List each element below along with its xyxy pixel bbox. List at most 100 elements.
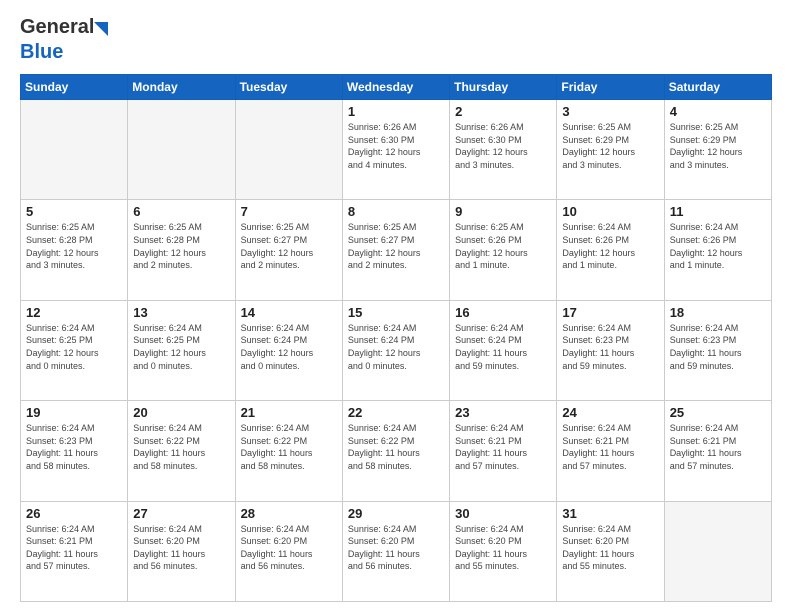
day-info: Sunrise: 6:24 AM Sunset: 6:22 PM Dayligh… xyxy=(348,422,444,472)
weekday-header-tuesday: Tuesday xyxy=(235,75,342,100)
calendar-cell: 3 Sunrise: 6:25 AM Sunset: 6:29 PM Daylig… xyxy=(557,100,664,200)
day-info: Sunrise: 6:24 AM Sunset: 6:21 PM Dayligh… xyxy=(455,422,551,472)
day-number: 16 xyxy=(455,305,551,320)
logo-triangle-icon xyxy=(94,18,110,38)
weekday-header-wednesday: Wednesday xyxy=(342,75,449,100)
day-info: Sunrise: 6:24 AM Sunset: 6:25 PM Dayligh… xyxy=(26,322,122,372)
calendar-cell: 18 Sunrise: 6:24 AM Sunset: 6:23 PM Dayli… xyxy=(664,300,771,400)
calendar-cell xyxy=(664,501,771,601)
calendar-cell: 6 Sunrise: 6:25 AM Sunset: 6:28 PM Daylig… xyxy=(128,200,235,300)
day-number: 23 xyxy=(455,405,551,420)
day-number: 8 xyxy=(348,204,444,219)
calendar-cell: 1 Sunrise: 6:26 AM Sunset: 6:30 PM Daylig… xyxy=(342,100,449,200)
day-number: 19 xyxy=(26,405,122,420)
day-number: 24 xyxy=(562,405,658,420)
day-number: 22 xyxy=(348,405,444,420)
calendar-cell: 14 Sunrise: 6:24 AM Sunset: 6:24 PM Dayli… xyxy=(235,300,342,400)
calendar-cell: 26 Sunrise: 6:24 AM Sunset: 6:21 PM Dayli… xyxy=(21,501,128,601)
day-number: 18 xyxy=(670,305,766,320)
day-number: 11 xyxy=(670,204,766,219)
weekday-header-saturday: Saturday xyxy=(664,75,771,100)
day-number: 31 xyxy=(562,506,658,521)
day-number: 15 xyxy=(348,305,444,320)
logo-general-text: General xyxy=(20,16,94,39)
header: GeneralBlue xyxy=(20,16,772,64)
day-number: 17 xyxy=(562,305,658,320)
day-number: 12 xyxy=(26,305,122,320)
day-info: Sunrise: 6:24 AM Sunset: 6:20 PM Dayligh… xyxy=(133,523,229,573)
day-info: Sunrise: 6:24 AM Sunset: 6:21 PM Dayligh… xyxy=(26,523,122,573)
calendar-cell: 13Sunrise: 6:24 AM Sunset: 6:25 PM Dayli… xyxy=(128,300,235,400)
calendar-cell: 16 Sunrise: 6:24 AM Sunset: 6:24 PM Dayli… xyxy=(450,300,557,400)
day-number: 6 xyxy=(133,204,229,219)
day-number: 5 xyxy=(26,204,122,219)
calendar-cell: 7Sunrise: 6:25 AM Sunset: 6:27 PM Daylig… xyxy=(235,200,342,300)
weekday-header-thursday: Thursday xyxy=(450,75,557,100)
calendar-cell: 27 Sunrise: 6:24 AM Sunset: 6:20 PM Dayli… xyxy=(128,501,235,601)
calendar-cell: 8 Sunrise: 6:25 AM Sunset: 6:27 PM Daylig… xyxy=(342,200,449,300)
calendar-cell: 19Sunrise: 6:24 AM Sunset: 6:23 PM Dayli… xyxy=(21,401,128,501)
day-info: Sunrise: 6:24 AM Sunset: 6:21 PM Dayligh… xyxy=(670,422,766,472)
day-info: Sunrise: 6:24 AM Sunset: 6:23 PM Dayligh… xyxy=(670,322,766,372)
weekday-header-friday: Friday xyxy=(557,75,664,100)
day-number: 20 xyxy=(133,405,229,420)
calendar-cell: 25 Sunrise: 6:24 AM Sunset: 6:21 PM Dayli… xyxy=(664,401,771,501)
day-number: 3 xyxy=(562,104,658,119)
day-info: Sunrise: 6:24 AM Sunset: 6:22 PM Dayligh… xyxy=(241,422,337,472)
day-number: 27 xyxy=(133,506,229,521)
day-info: Sunrise: 6:24 AM Sunset: 6:24 PM Dayligh… xyxy=(348,322,444,372)
day-info: Sunrise: 6:25 AM Sunset: 6:27 PM Dayligh… xyxy=(241,221,337,271)
day-number: 2 xyxy=(455,104,551,119)
calendar-cell: 29Sunrise: 6:24 AM Sunset: 6:20 PM Dayli… xyxy=(342,501,449,601)
day-number: 4 xyxy=(670,104,766,119)
day-info: Sunrise: 6:25 AM Sunset: 6:29 PM Dayligh… xyxy=(670,121,766,171)
calendar-cell: 5 Sunrise: 6:25 AM Sunset: 6:28 PM Daylig… xyxy=(21,200,128,300)
day-info: Sunrise: 6:25 AM Sunset: 6:29 PM Dayligh… xyxy=(562,121,658,171)
day-number: 10 xyxy=(562,204,658,219)
day-info: Sunrise: 6:25 AM Sunset: 6:28 PM Dayligh… xyxy=(26,221,122,271)
day-number: 30 xyxy=(455,506,551,521)
calendar-cell xyxy=(128,100,235,200)
day-info: Sunrise: 6:24 AM Sunset: 6:22 PM Dayligh… xyxy=(133,422,229,472)
calendar-cell: 21 Sunrise: 6:24 AM Sunset: 6:22 PM Dayli… xyxy=(235,401,342,501)
weekday-header-monday: Monday xyxy=(128,75,235,100)
day-info: Sunrise: 6:26 AM Sunset: 6:30 PM Dayligh… xyxy=(455,121,551,171)
day-info: Sunrise: 6:24 AM Sunset: 6:20 PM Dayligh… xyxy=(241,523,337,573)
calendar-cell: 28 Sunrise: 6:24 AM Sunset: 6:20 PM Dayli… xyxy=(235,501,342,601)
calendar-cell: 30Sunrise: 6:24 AM Sunset: 6:20 PM Dayli… xyxy=(450,501,557,601)
day-info: Sunrise: 6:25 AM Sunset: 6:27 PM Dayligh… xyxy=(348,221,444,271)
calendar-cell: 31 Sunrise: 6:24 AM Sunset: 6:20 PM Dayli… xyxy=(557,501,664,601)
day-number: 1 xyxy=(348,104,444,119)
calendar-cell: 24 Sunrise: 6:24 AM Sunset: 6:21 PM Dayli… xyxy=(557,401,664,501)
calendar-cell: 23 Sunrise: 6:24 AM Sunset: 6:21 PM Dayli… xyxy=(450,401,557,501)
calendar-cell: 15 Sunrise: 6:24 AM Sunset: 6:24 PM Dayli… xyxy=(342,300,449,400)
day-info: Sunrise: 6:24 AM Sunset: 6:26 PM Dayligh… xyxy=(562,221,658,271)
weekday-header-row: SundayMondayTuesdayWednesdayThursdayFrid… xyxy=(21,75,772,100)
calendar-cell: 4 Sunrise: 6:25 AM Sunset: 6:29 PM Daylig… xyxy=(664,100,771,200)
calendar-cell xyxy=(235,100,342,200)
day-number: 28 xyxy=(241,506,337,521)
day-info: Sunrise: 6:24 AM Sunset: 6:20 PM Dayligh… xyxy=(348,523,444,573)
day-info: Sunrise: 6:24 AM Sunset: 6:24 PM Dayligh… xyxy=(455,322,551,372)
day-info: Sunrise: 6:26 AM Sunset: 6:30 PM Dayligh… xyxy=(348,121,444,171)
day-number: 9 xyxy=(455,204,551,219)
calendar-cell: 17Sunrise: 6:24 AM Sunset: 6:23 PM Dayli… xyxy=(557,300,664,400)
calendar-cell: 2 Sunrise: 6:26 AM Sunset: 6:30 PM Daylig… xyxy=(450,100,557,200)
page: GeneralBlue SundayMondayTuesdayWednesday… xyxy=(0,0,792,612)
day-info: Sunrise: 6:24 AM Sunset: 6:21 PM Dayligh… xyxy=(562,422,658,472)
calendar-cell: 11Sunrise: 6:24 AM Sunset: 6:26 PM Dayli… xyxy=(664,200,771,300)
day-number: 26 xyxy=(26,506,122,521)
day-number: 25 xyxy=(670,405,766,420)
week-row-4: 26 Sunrise: 6:24 AM Sunset: 6:21 PM Dayli… xyxy=(21,501,772,601)
day-info: Sunrise: 6:24 AM Sunset: 6:24 PM Dayligh… xyxy=(241,322,337,372)
calendar-cell: 10 Sunrise: 6:24 AM Sunset: 6:26 PM Dayli… xyxy=(557,200,664,300)
day-info: Sunrise: 6:25 AM Sunset: 6:28 PM Dayligh… xyxy=(133,221,229,271)
day-number: 14 xyxy=(241,305,337,320)
calendar-cell: 22 Sunrise: 6:24 AM Sunset: 6:22 PM Dayli… xyxy=(342,401,449,501)
day-info: Sunrise: 6:24 AM Sunset: 6:20 PM Dayligh… xyxy=(562,523,658,573)
logo: GeneralBlue xyxy=(20,16,110,64)
day-info: Sunrise: 6:25 AM Sunset: 6:26 PM Dayligh… xyxy=(455,221,551,271)
day-number: 21 xyxy=(241,405,337,420)
calendar-cell: 12 Sunrise: 6:24 AM Sunset: 6:25 PM Dayli… xyxy=(21,300,128,400)
day-info: Sunrise: 6:24 AM Sunset: 6:25 PM Dayligh… xyxy=(133,322,229,372)
